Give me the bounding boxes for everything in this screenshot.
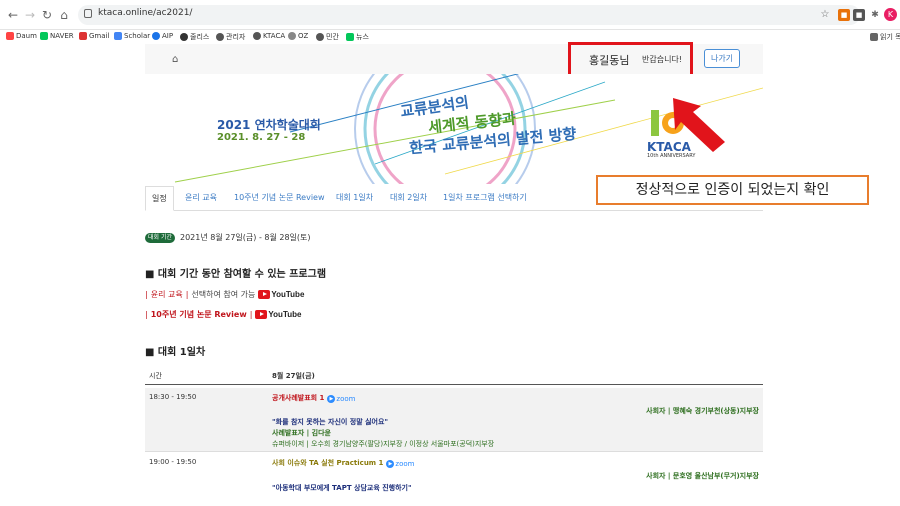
gmail-icon — [79, 32, 87, 40]
tab-day1-program-select[interactable]: 1일차 프로그램 선택하기 — [443, 192, 527, 203]
tab-schedule[interactable]: 일정 — [145, 186, 174, 211]
row-topic: "화를 참지 못하는 자신이 정말 싫어요" — [272, 418, 389, 426]
star-icon[interactable]: ☆ — [818, 8, 832, 22]
table-header: 시간 8월 27일(금) — [145, 368, 763, 385]
oz-icon — [288, 32, 296, 40]
conference-date: 2021. 8. 27 - 28 — [217, 132, 306, 143]
ethics-note: 선택하여 참여 가능 — [191, 290, 256, 299]
bookmark-admin[interactable]: 관리자 — [216, 32, 245, 42]
home-icon[interactable]: ⌂ — [172, 54, 178, 65]
bookmark-news[interactable]: 뉴스 — [346, 32, 369, 42]
row-time: 19:00 - 19:50 — [149, 458, 197, 466]
bookmark-naver[interactable]: NAVER — [40, 32, 74, 40]
globe-icon — [216, 33, 224, 41]
zoom-icon: ▶ — [327, 395, 336, 403]
url-text[interactable]: ktaca.online/ac2021/ — [98, 8, 192, 18]
bookmark-oz[interactable]: OZ — [288, 32, 308, 40]
row-session: 사회 이슈와 TA 실천 Practicum 1 ▶ zoom — [272, 458, 414, 468]
session-title: 공개사례발표회 1 — [272, 394, 325, 402]
highlight-box — [568, 42, 693, 78]
red-arrow-icon — [673, 98, 725, 152]
bookmarks-bar: Daum NAVER Gmail Scholar AIP 줄리스 관리자 KTA… — [0, 30, 900, 44]
period-text: 2021년 8월 27일(금) - 8월 28일(토) — [180, 233, 311, 242]
ethics-link[interactable]: 윤리 교육 — [151, 289, 183, 300]
day1-schedule-table: 시간 8월 27일(금) 18:30 - 19:50 공개사례발표회 1 ▶ zoo… — [145, 368, 763, 496]
row-moderator: 사회자 | 문호영 울산남부(무거)지부장 — [646, 472, 759, 480]
naver-icon — [40, 32, 48, 40]
browser-toolbar: ← → ↻ ⌂ ktaca.online/ac2021/ ☆ ■ ■ ✱ K — [0, 0, 900, 30]
bookmark-ktaca[interactable]: KTACA — [253, 32, 285, 40]
col-date: 8월 27일(금) — [272, 372, 315, 380]
tab-day2[interactable]: 대회 2일차 — [390, 192, 427, 203]
tab-bar: 일정 윤리 교육 10주년 기념 논문 Review 대회 1일차 대회 2일차… — [145, 186, 763, 211]
bookmark-icon — [180, 33, 188, 41]
row-session: 공개사례발표회 1 ▶ zoom — [272, 393, 355, 403]
tab-day1[interactable]: 대회 1일차 — [336, 192, 373, 203]
divider: | — [249, 310, 253, 319]
row-moderator: 사회자 | 맹혜숙 경기부천(상동)지부장 — [646, 407, 759, 415]
youtube-icon — [255, 310, 268, 319]
program-review-line: | 10주년 기념 논문 Review | YouTube — [145, 309, 301, 320]
logout-button[interactable]: 나가기 — [704, 49, 740, 68]
extension-icon[interactable]: ■ — [838, 9, 850, 21]
bookmark-civil[interactable]: 민간 — [316, 32, 339, 42]
reload-icon[interactable]: ↻ — [40, 8, 54, 22]
table-row: 19:00 - 19:50 사회 이슈와 TA 실천 Practicum 1 ▶ z… — [145, 451, 763, 496]
col-time: 시간 — [149, 372, 162, 380]
divider: | — [185, 290, 189, 299]
news-icon — [346, 33, 354, 41]
bookmark-scholar[interactable]: Scholar — [114, 32, 150, 40]
programs-title: ■ 대회 기간 동안 참여할 수 있는 프로그램 — [145, 269, 327, 280]
paper-review-link[interactable]: 10주년 기념 논문 Review — [151, 309, 247, 320]
profile-avatar[interactable]: K — [884, 8, 897, 21]
youtube-link[interactable]: YouTube — [255, 310, 301, 319]
divider: | — [145, 290, 148, 299]
tab-paper-review[interactable]: 10주년 기념 논문 Review — [234, 192, 325, 203]
row-supervisor: 슈퍼바이저 | 오수희 경기남양주(팔당)지부장 / 이정상 서울마포(공덕)지… — [272, 440, 495, 448]
row-time: 18:30 - 19:50 — [149, 393, 197, 401]
zoom-icon: ▶ — [386, 460, 395, 468]
youtube-icon — [258, 290, 271, 299]
zoom-link[interactable]: ▶ zoom — [327, 395, 355, 403]
session-title: 사회 이슈와 TA 실천 Practicum 1 — [272, 459, 384, 467]
bookmark-daum[interactable]: Daum — [6, 32, 37, 40]
bookmark-gmail[interactable]: Gmail — [79, 32, 109, 40]
row-topic: "아동학대 부모에게 TAPT 상담교육 진행하기" — [272, 484, 412, 492]
divider: | — [145, 310, 148, 319]
youtube-link[interactable]: YouTube — [258, 290, 304, 299]
table-row: 18:30 - 19:50 공개사례발표회 1 ▶ zoom 사회자 | 맹혜숙 경… — [145, 388, 763, 451]
scholar-icon — [114, 32, 122, 40]
address-bar[interactable] — [78, 5, 860, 25]
puzzle-icon[interactable]: ✱ — [868, 8, 882, 22]
row-presenter: 사례발표자 | 김다윤 — [272, 429, 331, 437]
reading-list[interactable]: 읽기 목록 — [870, 32, 900, 42]
zoom-link[interactable]: ▶ zoom — [386, 460, 414, 468]
lock-icon[interactable] — [84, 9, 92, 18]
daum-icon — [6, 32, 14, 40]
home-icon[interactable]: ⌂ — [57, 8, 71, 22]
forward-icon[interactable]: → — [23, 8, 37, 22]
aip-icon — [152, 32, 160, 40]
extension-icon-2[interactable]: ■ — [853, 9, 865, 21]
conference-title: 2021 연차학술대회 — [217, 118, 321, 132]
day1-title: ■ 대회 1일차 — [145, 347, 206, 358]
back-icon[interactable]: ← — [6, 8, 20, 22]
globe-icon — [316, 33, 324, 41]
tab-ethics[interactable]: 윤리 교육 — [185, 192, 217, 203]
globe-icon — [253, 32, 261, 40]
bookmark-aip[interactable]: AIP — [152, 32, 173, 40]
period-badge: 대회 기간 — [145, 233, 175, 243]
program-ethics-line: | 윤리 교육 | 선택하여 참여 가능 YouTube — [145, 289, 304, 300]
bookmark-1[interactable]: 줄리스 — [180, 32, 209, 42]
reading-list-icon — [870, 33, 878, 41]
